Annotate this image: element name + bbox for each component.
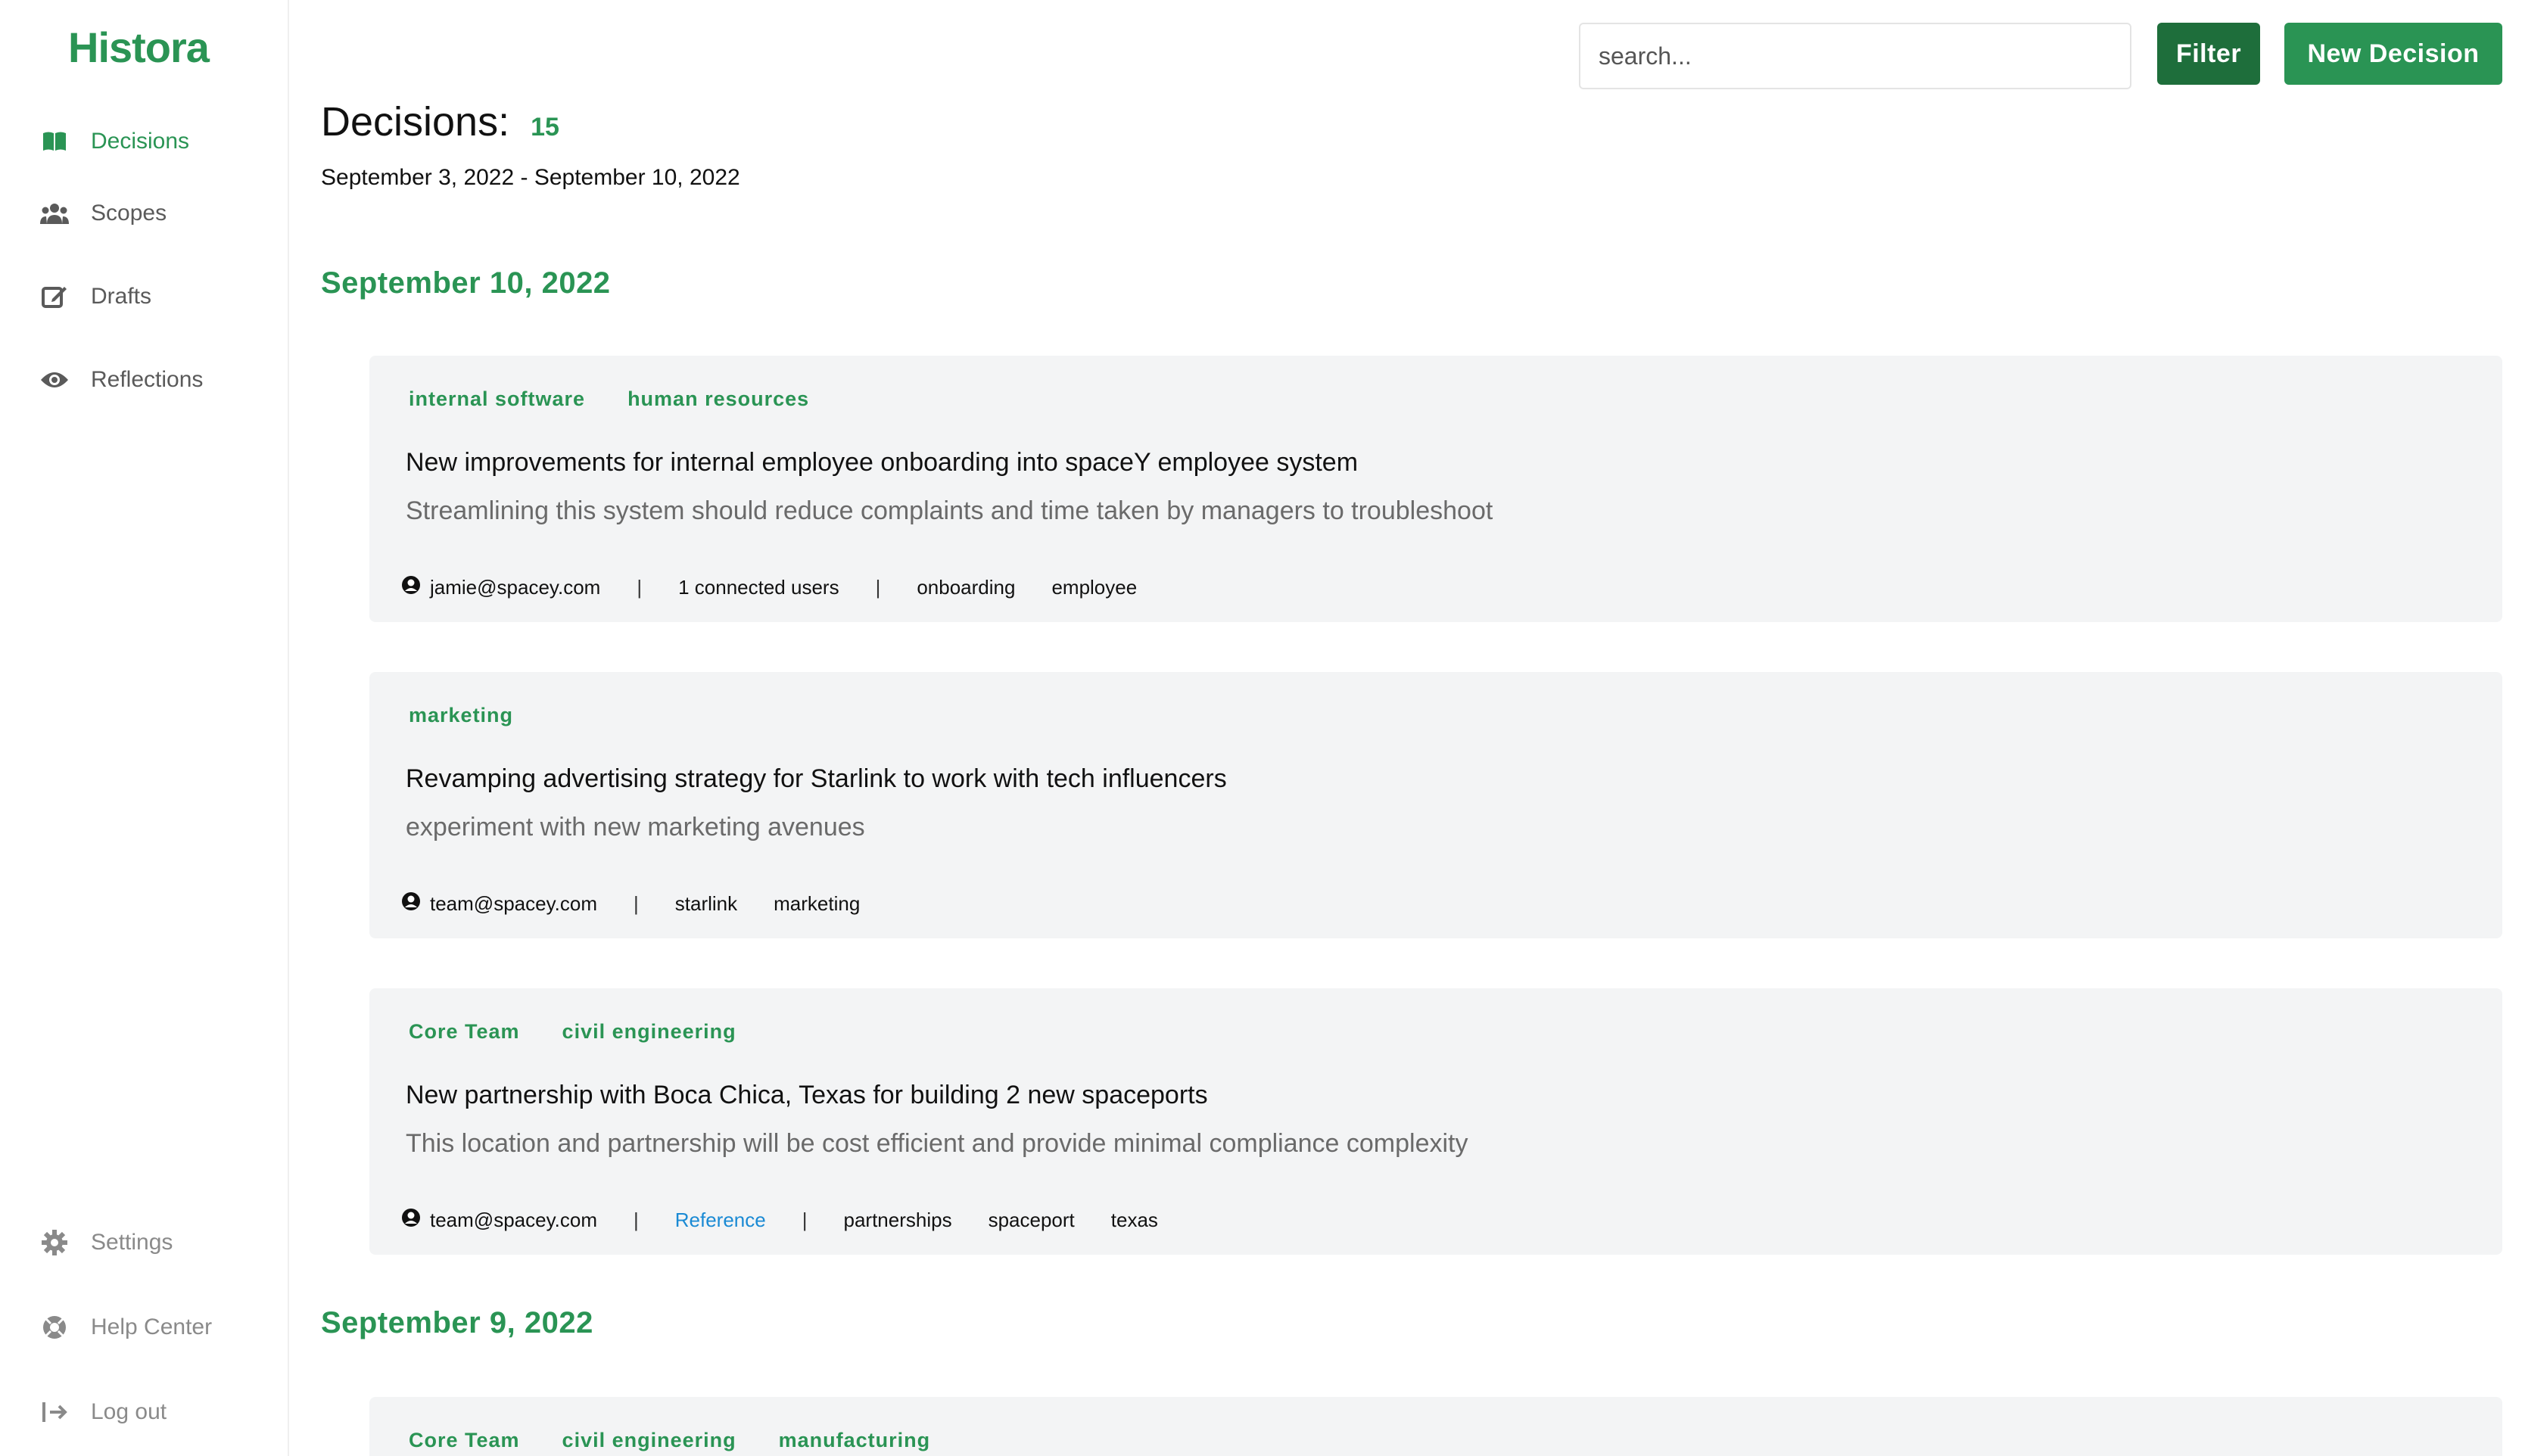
keyword[interactable]: starlink — [675, 892, 737, 916]
tag[interactable]: human resources — [627, 387, 809, 411]
tag-list: marketing — [409, 704, 513, 727]
sidebar-item-label: Settings — [91, 1230, 173, 1255]
eye-icon — [39, 365, 70, 395]
user-circle-icon — [401, 891, 421, 916]
gear-icon — [39, 1227, 70, 1258]
tag[interactable]: internal software — [409, 387, 585, 411]
decision-description: Streamlining this system should reduce c… — [406, 496, 1493, 525]
author-email: jamie@spacey.com — [430, 576, 601, 599]
book-open-icon — [39, 126, 70, 157]
page-title-text: Decisions: — [321, 99, 510, 145]
sidebar-item-decisions[interactable]: Decisions — [39, 119, 189, 164]
edit-icon — [39, 282, 70, 312]
decision-card[interactable]: Core Team civil engineering New partners… — [369, 988, 2502, 1255]
meta-divider: | — [802, 1209, 808, 1231]
connected-users[interactable]: 1 connected users — [678, 576, 839, 599]
meta-divider: | — [875, 576, 881, 599]
page-title: Decisions: 15 — [321, 98, 559, 145]
sidebar: Histora Decisions Scopes Drafts Reflecti… — [0, 0, 289, 1456]
sidebar-item-drafts[interactable]: Drafts — [39, 274, 151, 319]
author: jamie@spacey.com — [401, 575, 600, 600]
author: team@spacey.com — [401, 1208, 597, 1233]
decision-card[interactable]: internal software human resources New im… — [369, 356, 2502, 622]
logout-icon — [39, 1397, 70, 1427]
keyword[interactable]: marketing — [774, 892, 860, 916]
decision-card[interactable]: marketing Revamping advertising strategy… — [369, 672, 2502, 938]
decision-meta: team@spacey.com | Reference | partnershi… — [401, 1208, 1194, 1233]
sidebar-item-settings[interactable]: Settings — [39, 1220, 173, 1265]
sidebar-item-label: Scopes — [91, 201, 167, 226]
sidebar-item-log-out[interactable]: Log out — [39, 1389, 167, 1435]
tag[interactable]: manufacturing — [779, 1429, 931, 1452]
sidebar-item-label: Reflections — [91, 367, 204, 392]
search-input[interactable] — [1579, 23, 2131, 89]
date-group-heading: September 10, 2022 — [321, 266, 611, 300]
user-circle-icon — [401, 575, 421, 600]
tag-list: internal software human resources — [409, 387, 809, 411]
sidebar-item-label: Decisions — [91, 129, 190, 154]
app-logo[interactable]: Histora — [68, 23, 210, 72]
sidebar-item-label: Drafts — [91, 284, 152, 309]
tag[interactable]: marketing — [409, 704, 513, 727]
decision-card[interactable]: Core Team civil engineering manufacturin… — [369, 1397, 2502, 1456]
date-range: September 3, 2022 - September 10, 2022 — [321, 165, 740, 190]
author-email: team@spacey.com — [430, 892, 597, 915]
reference-link[interactable]: Reference — [675, 1209, 766, 1232]
tag-list: Core Team civil engineering manufacturin… — [409, 1429, 930, 1452]
sidebar-item-help-center[interactable]: Help Center — [39, 1305, 212, 1350]
decisions-count: 15 — [531, 113, 559, 142]
keyword[interactable]: partnerships — [844, 1209, 952, 1232]
meta-divider: | — [634, 1209, 639, 1231]
keyword[interactable]: texas — [1111, 1209, 1158, 1232]
sidebar-item-scopes[interactable]: Scopes — [39, 191, 167, 236]
decision-description: experiment with new marketing avenues — [406, 813, 865, 842]
keyword[interactable]: spaceport — [989, 1209, 1075, 1232]
decision-title[interactable]: New partnership with Boca Chica, Texas f… — [406, 1081, 1208, 1110]
author: team@spacey.com — [401, 891, 597, 916]
tag[interactable]: Core Team — [409, 1429, 520, 1452]
meta-divider: | — [634, 892, 639, 915]
lifebuoy-icon — [39, 1312, 70, 1342]
decision-title[interactable]: Revamping advertising strategy for Starl… — [406, 764, 1227, 794]
users-icon — [39, 198, 70, 229]
sidebar-item-label: Help Center — [91, 1314, 213, 1339]
tag[interactable]: Core Team — [409, 1020, 520, 1044]
decision-meta: jamie@spacey.com | 1 connected users | o… — [401, 575, 1173, 600]
keyword[interactable]: employee — [1051, 576, 1137, 599]
user-circle-icon — [401, 1208, 421, 1233]
filter-button[interactable]: Filter — [2157, 23, 2260, 85]
tag-list: Core Team civil engineering — [409, 1020, 736, 1044]
decision-title[interactable]: New improvements for internal employee o… — [406, 448, 1358, 478]
keyword[interactable]: onboarding — [917, 576, 1015, 599]
sidebar-item-label: Log out — [91, 1399, 167, 1424]
meta-divider: | — [637, 576, 643, 599]
new-decision-button[interactable]: New Decision — [2284, 23, 2502, 85]
tag[interactable]: civil engineering — [562, 1429, 736, 1452]
decision-description: This location and partnership will be co… — [406, 1129, 1468, 1158]
tag[interactable]: civil engineering — [562, 1020, 736, 1044]
author-email: team@spacey.com — [430, 1209, 597, 1231]
date-group-heading: September 9, 2022 — [321, 1306, 593, 1339]
decision-meta: team@spacey.com | starlink marketing — [401, 891, 896, 916]
sidebar-item-reflections[interactable]: Reflections — [39, 357, 203, 403]
